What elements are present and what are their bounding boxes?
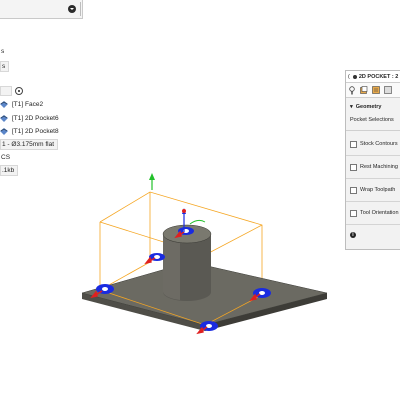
caret-down-icon: ▾ [350,103,353,110]
y-axis-arrow-icon [149,173,155,180]
geometry-section-title: Geometry [355,103,382,110]
dialog-footer: i [346,225,400,245]
divider [346,130,400,131]
viewport-3d[interactable] [0,0,400,400]
rest-machining-label: Rest Machining [360,164,398,170]
operation-icon [352,74,357,79]
stock-contours-checkbox[interactable] [350,140,357,148]
geometry-section-header[interactable]: ▾ Geometry [346,101,400,112]
dialog-tabs [346,83,400,98]
passes-tab-icon[interactable] [384,86,392,95]
wrap-toolpath-checkbox[interactable] [350,186,357,194]
tool-orientation-option[interactable]: Tool Orientation [346,202,400,225]
stock-contours-label: Stock Contours [360,141,398,147]
tool-tab-icon[interactable] [348,85,356,95]
wcs-triad [149,173,206,232]
tool-orientation-checkbox[interactable] [350,209,357,217]
wrap-toolpath-label: Wrap Toolpath [360,187,396,193]
pocket-selections-label: Pocket Selections [350,117,394,123]
dialog-header: ( 2D POCKET : 2 [346,71,400,83]
origin-icon [182,209,186,213]
heights-tab-icon[interactable] [372,86,380,95]
info-icon[interactable]: i [350,232,356,238]
geometry-tab-icon[interactable] [360,86,368,95]
stock-contours-option[interactable]: Stock Contours [346,133,400,156]
operation-dialog: ( 2D POCKET : 2 ▾ Geometry Pocket Select… [345,70,400,250]
tool-orientation-label: Tool Orientation [360,210,399,216]
rest-machining-checkbox[interactable] [350,163,357,171]
rest-machining-option[interactable]: Rest Machining [346,156,400,179]
dialog-title: 2D POCKET : 2 [358,73,399,80]
collapse-bracket-icon[interactable]: ( [348,74,350,80]
pocket-selections-row[interactable]: Pocket Selections [346,112,400,128]
wrap-toolpath-option[interactable]: Wrap Toolpath [346,179,400,202]
